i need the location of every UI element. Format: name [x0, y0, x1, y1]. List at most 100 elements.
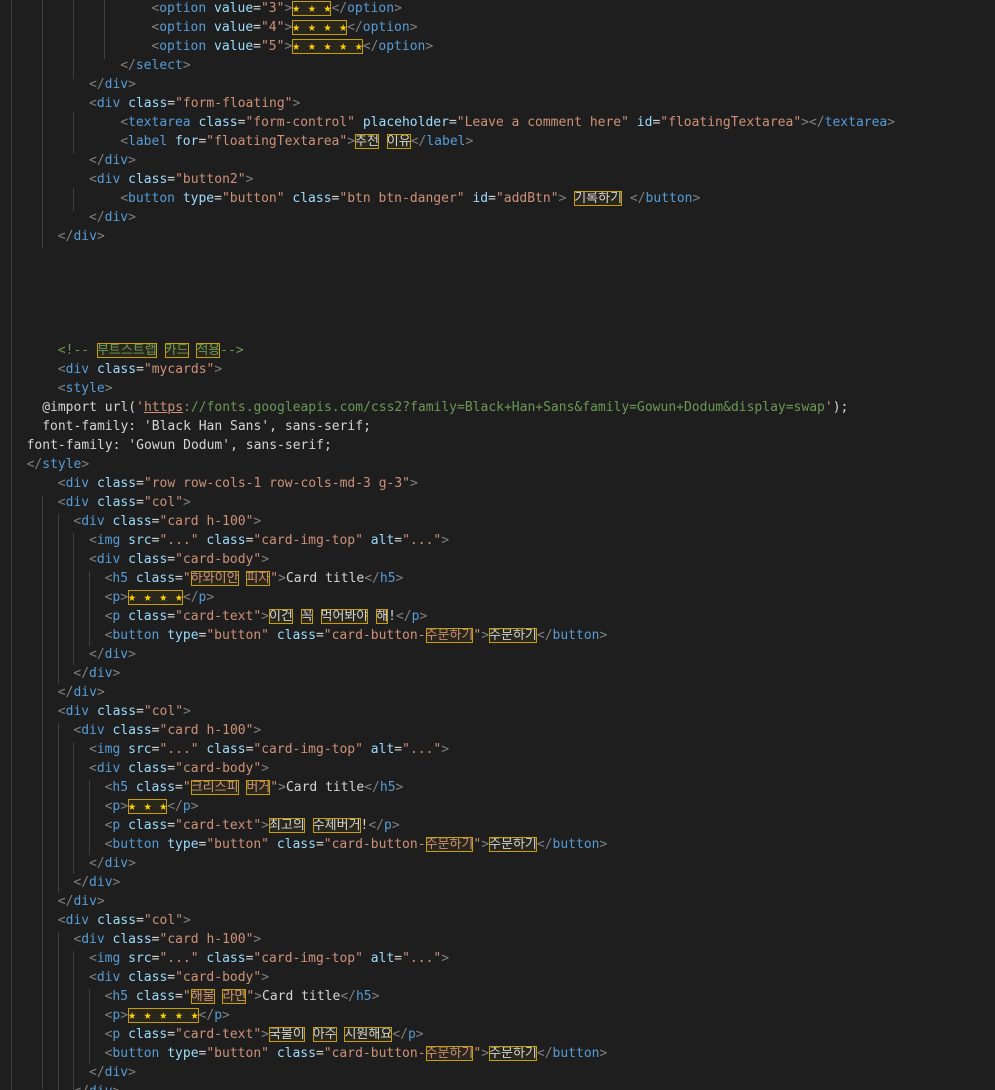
code-token: </: [362, 39, 379, 54]
code-line[interactable]: font-family: 'Black Han Sans', sans-seri…: [42, 417, 371, 436]
code-line[interactable]: </style>: [27, 455, 90, 474]
code-editor[interactable]: <option value="3">★ ★ ★</option> <option …: [0, 0, 995, 1090]
code-token: <: [89, 533, 97, 548]
code-line[interactable]: </div>: [58, 892, 105, 911]
code-line[interactable]: <div class="card-body">: [89, 968, 269, 987]
code-token: class: [128, 818, 168, 833]
code-token: ": [270, 780, 279, 795]
code-token: <: [89, 552, 97, 567]
code-line[interactable]: <button type="button" class="card-button…: [105, 626, 607, 645]
code-token: >: [96, 685, 105, 700]
code-token: "button": [206, 1046, 269, 1061]
code-line[interactable]: <p class="card-text">최고의 수제버거!</p>: [105, 816, 400, 835]
code-token: "Leave a comment here": [456, 115, 629, 130]
code-line[interactable]: </div>: [89, 1063, 136, 1082]
code-token: p: [384, 818, 392, 833]
code-line[interactable]: <h5 class="해물 라면">Card title</h5>: [105, 987, 379, 1006]
code-line[interactable]: <div class="button2">: [89, 170, 253, 189]
code-line[interactable]: <p>★ ★ ★</p>: [105, 797, 199, 816]
code-token: </: [368, 818, 385, 833]
code-line[interactable]: <div class="card h-100">: [73, 930, 261, 949]
code-line[interactable]: <style>: [58, 379, 113, 398]
code-line[interactable]: </div>: [89, 645, 136, 664]
code-line[interactable]: <h5 class="하와이안 피자">Card title</h5>: [105, 569, 403, 588]
code-token: >: [254, 989, 263, 1004]
code-line[interactable]: <div class="row row-cols-1 row-cols-md-3…: [58, 474, 418, 493]
code-line[interactable]: <p class="card-text">국물이 아주 시원해요</p>: [105, 1025, 424, 1044]
code-line[interactable]: <textarea class="form-control" placehold…: [120, 113, 895, 132]
code-line[interactable]: <button type="button" class="card-button…: [105, 1044, 607, 1063]
code-token: "floatingTextarea": [206, 134, 348, 149]
code-line[interactable]: </div>: [89, 208, 136, 227]
code-token: "mycards": [143, 362, 215, 377]
code-token: div: [96, 172, 121, 187]
code-line[interactable]: </div>: [89, 75, 136, 94]
code-line[interactable]: font-family: 'Gowun Dodum', sans-serif;: [27, 436, 332, 455]
code-token: class: [135, 989, 176, 1004]
code-line[interactable]: <p>★ ★ ★ ★ ★</p>: [105, 1006, 230, 1025]
code-token: alt: [370, 951, 395, 966]
code-line[interactable]: <button type="button" class="card-button…: [105, 835, 607, 854]
code-line[interactable]: <h5 class="크리스피 버거">Card title</h5>: [105, 778, 404, 797]
highlighted-token: 하와이안: [190, 571, 239, 586]
code-line[interactable]: </div>: [58, 227, 105, 246]
code-token: "row row-cols-1 row-cols-md-3 g-3": [143, 476, 411, 491]
code-line[interactable]: </div>: [73, 1082, 120, 1090]
code-line[interactable]: <label for="floatingTextarea">추천 이유</lab…: [120, 132, 473, 151]
code-token: class: [128, 970, 168, 985]
code-token: >: [395, 780, 404, 795]
code-line[interactable]: <img src="..." class="card-img-top" alt=…: [89, 740, 449, 759]
indent-guide: [89, 780, 90, 855]
code-line[interactable]: </div>: [89, 854, 136, 873]
code-line[interactable]: </select>: [120, 56, 190, 75]
code-line[interactable]: <div class="col">: [58, 911, 191, 930]
code-token: "button2": [175, 172, 246, 187]
code-token: >: [128, 647, 136, 662]
code-token: type: [167, 1046, 199, 1061]
code-token: "card-button-: [323, 837, 426, 852]
code-token: =: [167, 96, 176, 111]
code-token: >: [481, 628, 490, 643]
code-line[interactable]: <option value="4">★ ★ ★ ★</option>: [151, 18, 418, 37]
code-token: img: [96, 951, 121, 966]
code-token: </: [57, 685, 74, 700]
code-token: =: [394, 533, 403, 548]
code-line[interactable]: </div>: [89, 151, 136, 170]
code-token: textarea: [824, 115, 888, 130]
code-token: "btn btn-danger": [339, 191, 465, 206]
code-line[interactable]: <img src="..." class="card-img-top" alt=…: [89, 531, 449, 550]
code-line[interactable]: <div class="col">: [58, 493, 191, 512]
code-line[interactable]: <div class="card-body">: [89, 759, 269, 778]
code-line[interactable]: </div>: [73, 664, 120, 683]
code-token: =: [167, 818, 176, 833]
code-line[interactable]: <div class="card h-100">: [73, 512, 261, 531]
code-token: type: [182, 191, 215, 206]
code-line[interactable]: <div class="col">: [58, 702, 191, 721]
code-line[interactable]: <div class="mycards">: [58, 360, 222, 379]
code-token: </: [120, 58, 136, 73]
code-line[interactable]: </div>: [58, 683, 105, 702]
code-token: class: [128, 552, 168, 567]
code-token: div: [81, 932, 105, 947]
code-line[interactable]: <p class="card-text">이건 꼭 먹어봐야 해!</p>: [105, 607, 427, 626]
code-token: =: [136, 704, 144, 719]
code-line[interactable]: @import url('https://fonts.googleapis.co…: [42, 398, 848, 417]
code-line[interactable]: <div class="form-floating">: [89, 94, 300, 113]
code-line[interactable]: <!-- 부트스트랩 카드 적용-->: [58, 341, 244, 360]
code-line[interactable]: <option value="5">★ ★ ★ ★ ★</option>: [151, 37, 433, 56]
code-token: label: [426, 134, 466, 149]
code-line[interactable]: <div class="card h-100">: [73, 721, 261, 740]
code-line[interactable]: <p>★ ★ ★ ★</p>: [105, 588, 214, 607]
code-line[interactable]: <option value="3">★ ★ ★</option>: [151, 0, 402, 18]
code-line[interactable]: <img src="..." class="card-img-top" alt=…: [89, 949, 449, 968]
code-token: class: [96, 476, 137, 491]
code-line[interactable]: </div>: [73, 873, 120, 892]
code-token: </: [89, 210, 105, 225]
code-line[interactable]: <button type="button" class="btn btn-dan…: [120, 189, 700, 208]
code-token: src: [128, 951, 152, 966]
code-line[interactable]: <div class="card-body">: [89, 550, 269, 569]
